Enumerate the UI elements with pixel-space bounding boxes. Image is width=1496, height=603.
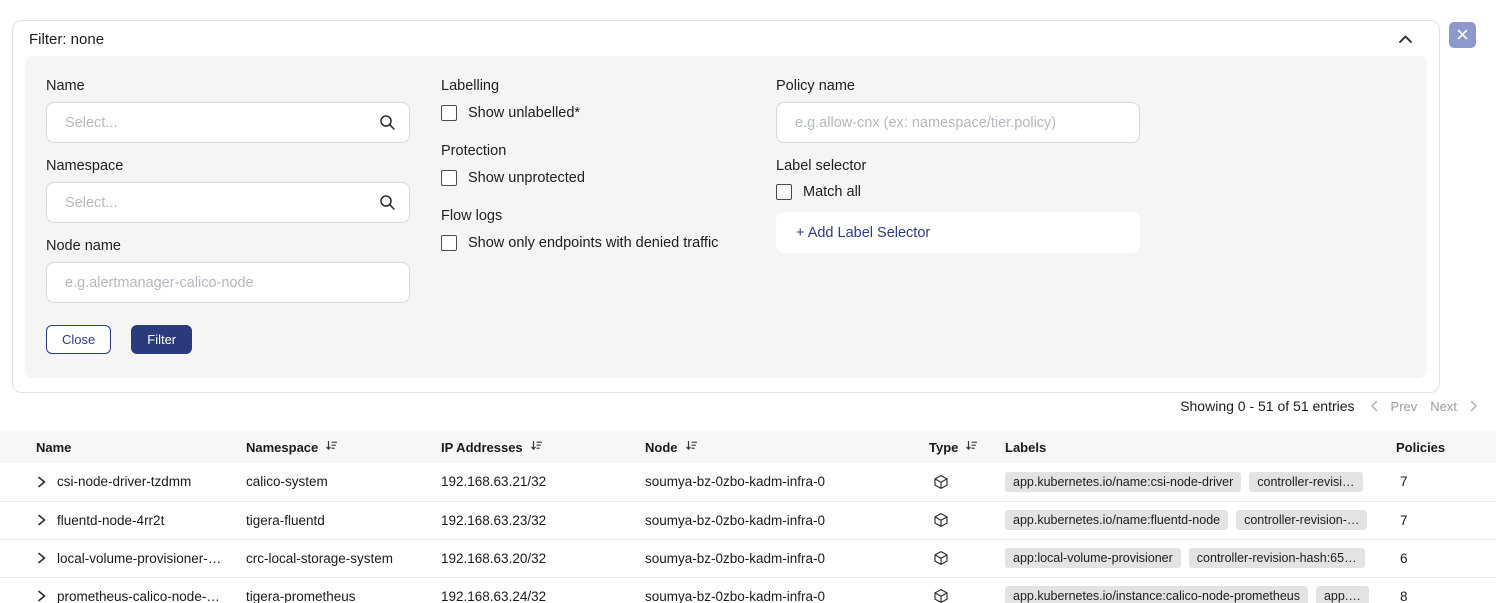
label-badge: app.… [1316,586,1369,603]
label-selector-section-label: Label selector [776,158,1140,174]
workload-cube-icon [929,474,1005,490]
label-badge: controller-revision-hash:65… [1189,548,1365,568]
show-unprotected-checkbox[interactable] [441,170,457,186]
endpoint-namespace: crc-local-storage-system [246,539,441,577]
add-label-selector-button[interactable]: + Add Label Selector [776,212,1140,253]
policy-name-input[interactable] [776,102,1140,143]
node-name-field-label: Node name [46,238,410,254]
expand-row-chevron-icon[interactable] [36,514,47,526]
label-badge: app.kubernetes.io/name:csi-node-driver [1005,472,1241,492]
show-unlabelled-checkbox[interactable] [441,105,457,121]
endpoints-table: Name Namespace IP Addresses Node Type La… [0,431,1496,603]
endpoint-name: fluentd-node-4rr2t [57,513,164,528]
flow-logs-section-label: Flow logs [441,208,745,224]
endpoint-ip: 192.168.63.23/32 [441,501,645,539]
protection-section-label: Protection [441,143,745,159]
table-row[interactable]: prometheus-calico-node-… tigera-promethe… [0,577,1496,603]
label-badge: controller-revision-… [1236,510,1367,530]
column-header-namespace[interactable]: Namespace [246,431,441,463]
filter-panel-header: Filter: none [13,21,1439,56]
endpoint-ip: 192.168.63.21/32 [441,463,645,501]
endpoint-namespace: calico-system [246,463,441,501]
name-select-input[interactable] [46,102,410,143]
filter-form: Name Namespace Node name [25,56,1427,378]
endpoint-name: csi-node-driver-tzdmm [57,474,191,489]
endpoint-namespace: tigera-fluentd [246,501,441,539]
endpoint-ip: 192.168.63.20/32 [441,539,645,577]
filter-card: Filter: none Name Names [12,20,1440,393]
node-name-input[interactable] [46,262,410,303]
label-badge: app.kubernetes.io/name:fluentd-node [1005,510,1228,530]
next-page-chevron-icon[interactable] [1470,400,1478,412]
denied-traffic-label: Show only endpoints with denied traffic [468,235,718,251]
endpoint-ip: 192.168.63.24/32 [441,577,645,603]
match-all-checkbox[interactable] [776,184,792,200]
endpoint-policies-count: 8 [1396,577,1496,603]
entries-summary: Showing 0 - 51 of 51 entries [1180,398,1354,414]
expand-row-chevron-icon[interactable] [36,476,47,488]
endpoint-policies-count: 7 [1396,463,1496,501]
namespace-field-label: Namespace [46,158,410,174]
filter-column-middle: Labelling Show unlabelled* Protection Sh… [441,78,745,251]
endpoint-node: soumya-bz-0zbo-kadm-infra-0 [645,539,929,577]
name-field-label: Name [46,78,410,94]
column-header-labels: Labels [1005,431,1396,463]
prev-page-chevron-icon[interactable] [1370,400,1378,412]
endpoint-policies-count: 6 [1396,539,1496,577]
close-button[interactable]: Close [46,325,111,354]
show-unlabelled-label: Show unlabelled* [468,105,580,121]
close-panel-button[interactable] [1449,22,1476,48]
endpoint-node: soumya-bz-0zbo-kadm-infra-0 [645,501,929,539]
expand-row-chevron-icon[interactable] [36,552,47,564]
labelling-section-label: Labelling [441,78,745,94]
workload-cube-icon [929,550,1005,566]
label-badge: controller-revisi… [1249,472,1362,492]
endpoint-name: prometheus-calico-node-… [57,589,220,603]
table-row[interactable]: fluentd-node-4rr2t tigera-fluentd 192.16… [0,501,1496,539]
pagination-bar: Showing 0 - 51 of 51 entries Prev Next [1180,398,1478,414]
filter-panel-title: Filter: none [29,31,104,48]
collapse-panel-button[interactable] [1396,30,1415,49]
match-all-label: Match all [803,184,861,200]
table-header-row: Name Namespace IP Addresses Node Type La… [0,431,1496,463]
policy-name-field-label: Policy name [776,78,1140,94]
column-header-type[interactable]: Type [929,431,1005,463]
workload-cube-icon [929,588,1005,603]
filter-button[interactable]: Filter [131,325,192,354]
column-header-name: Name [0,431,246,463]
workload-cube-icon [929,512,1005,528]
endpoint-node: soumya-bz-0zbo-kadm-infra-0 [645,577,929,603]
filter-panel: Filter: none Name Names [12,20,1440,393]
endpoint-node: soumya-bz-0zbo-kadm-infra-0 [645,463,929,501]
endpoint-name: local-volume-provisioner-… [57,551,221,566]
filter-column-left: Name Namespace Node name [46,78,410,354]
table-row[interactable]: local-volume-provisioner-… crc-local-sto… [0,539,1496,577]
column-header-node[interactable]: Node [645,431,929,463]
column-header-ip-addresses[interactable]: IP Addresses [441,431,645,463]
table-row[interactable]: csi-node-driver-tzdmm calico-system 192.… [0,463,1496,501]
sort-icon [325,439,338,455]
namespace-select-input[interactable] [46,182,410,223]
prev-page-button[interactable]: Prev [1391,399,1418,414]
column-header-policies: Policies [1396,431,1496,463]
denied-traffic-checkbox[interactable] [441,235,457,251]
label-badge: app.kubernetes.io/instance:calico-node-p… [1005,586,1308,603]
chevron-up-icon [1398,32,1413,47]
next-page-button[interactable]: Next [1430,399,1457,414]
endpoint-policies-count: 7 [1396,501,1496,539]
expand-row-chevron-icon[interactable] [36,590,47,602]
sort-icon [530,439,543,455]
label-badge: app:local-volume-provisioner [1005,548,1181,568]
sort-icon [685,439,698,455]
close-icon [1457,28,1468,43]
show-unprotected-label: Show unprotected [468,170,585,186]
sort-icon [965,439,978,455]
endpoint-namespace: tigera-prometheus [246,577,441,603]
filter-column-right: Policy name Label selector Match all + A… [776,78,1140,253]
